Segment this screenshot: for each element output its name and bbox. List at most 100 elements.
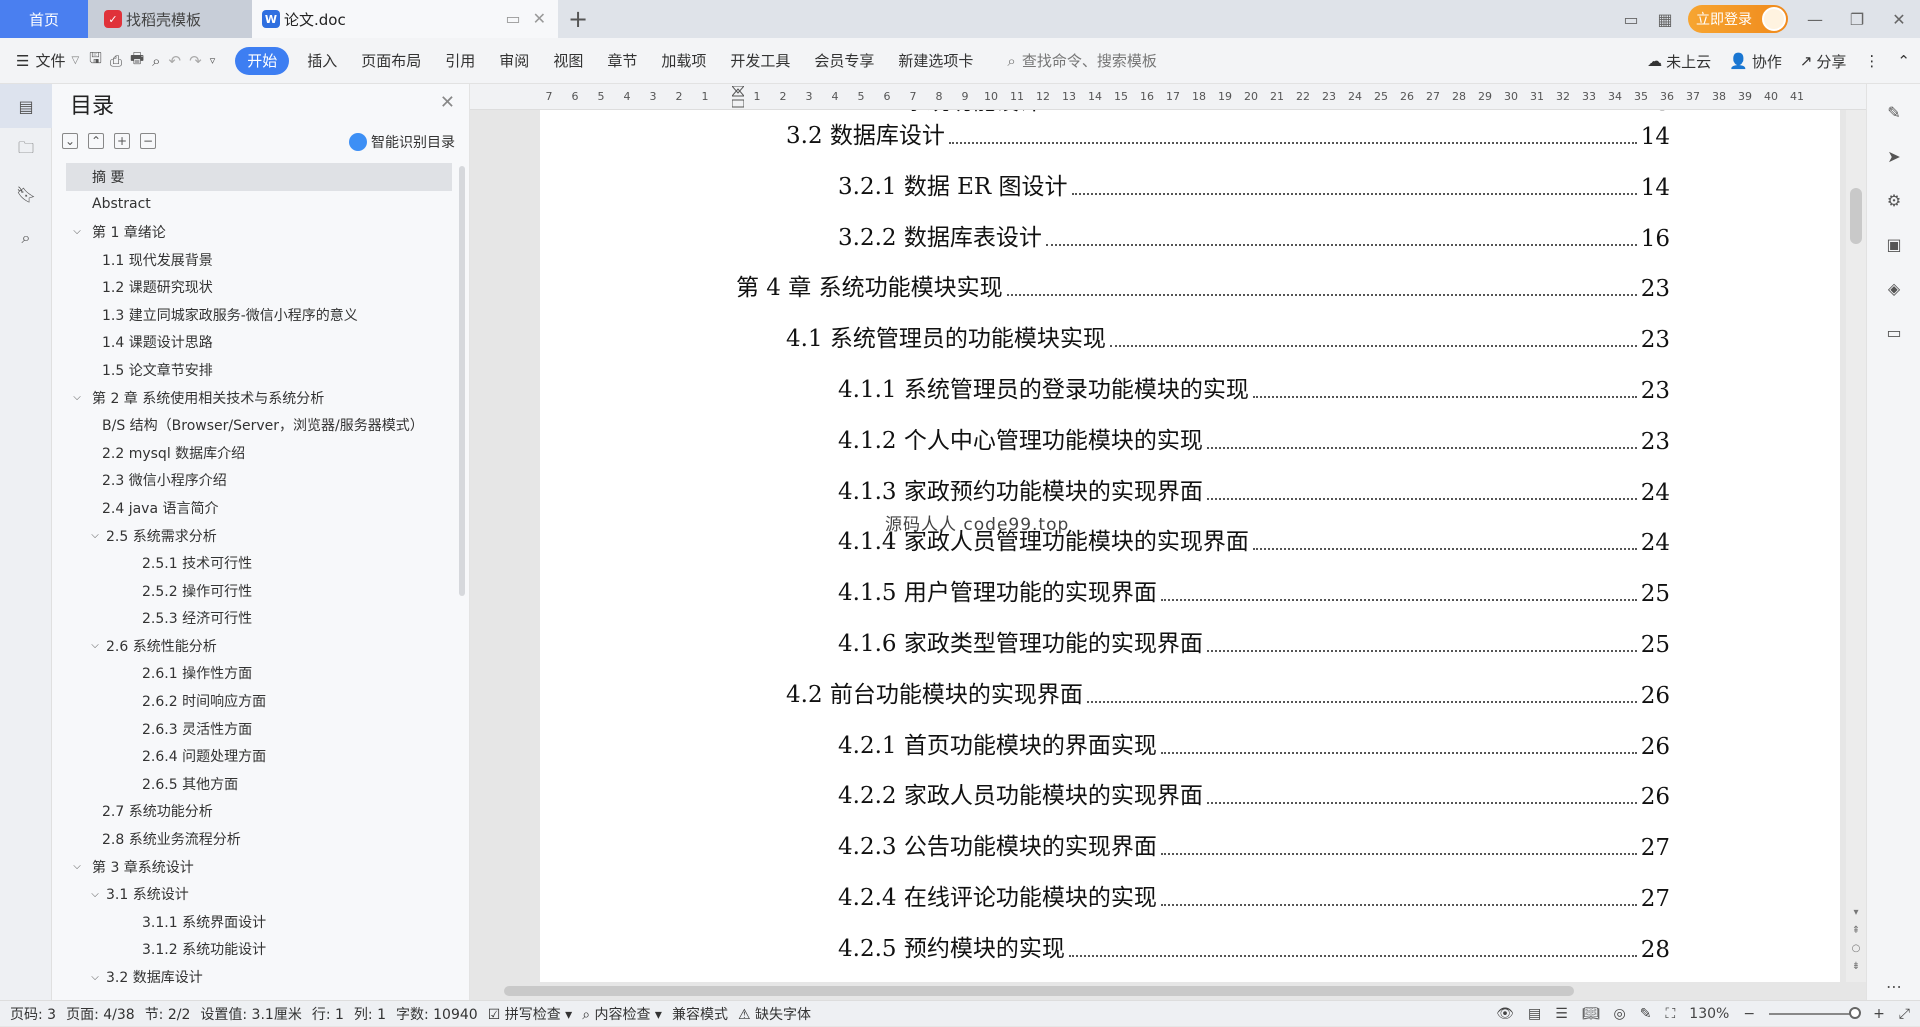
- toc-item[interactable]: 摘 要: [66, 163, 452, 191]
- horizontal-scrollbar[interactable]: [470, 982, 1846, 1000]
- toc-item[interactable]: 1.3 建立同城家政服务-微信小程序的意义: [66, 301, 452, 329]
- vertical-scrollbar[interactable]: ▾ ⇞ ○ ⇟: [1846, 110, 1866, 982]
- toc-item[interactable]: 2.2 mysql 数据库介绍: [66, 439, 452, 467]
- document-toc-line[interactable]: 4.1.1 系统管理员的登录功能模块的实现 23: [838, 370, 1670, 404]
- print-preview-icon[interactable]: ⌕: [152, 52, 160, 70]
- toc-item[interactable]: ⌵ 2.6 系统性能分析: [66, 632, 452, 660]
- document-toc-line[interactable]: 4.2.3 公告功能模块的实现界面 27: [838, 827, 1670, 861]
- toc-scrollbar[interactable]: [459, 166, 465, 596]
- bookmark-icon[interactable]: 🔖︎: [0, 172, 52, 216]
- zoom-slider-thumb[interactable]: [1849, 1007, 1862, 1019]
- document-toc-line[interactable]: 4.2.5 预约模块的实现 28: [838, 929, 1670, 963]
- remove-heading-icon[interactable]: −: [140, 133, 156, 149]
- document-toc-line[interactable]: 4.1.5 用户管理功能的实现界面 25: [838, 573, 1670, 607]
- ribbon-tab-3[interactable]: 引用: [433, 47, 487, 75]
- ribbon-tab-9[interactable]: 会员专享: [802, 47, 886, 75]
- tab-template[interactable]: ✓ 找稻壳模板: [88, 0, 252, 38]
- document-toc-line[interactable]: 第 4 章 系统功能模块实现 23: [736, 268, 1670, 302]
- toc-item[interactable]: 1.5 论文章节安排: [66, 356, 452, 384]
- toc-item[interactable]: B/S 结构（Browser/Server，浏览器/服务器模式）: [66, 411, 452, 439]
- next-page-icon[interactable]: ⇟: [1850, 958, 1862, 976]
- toc-item[interactable]: 2.3 微信小程序介绍: [66, 467, 452, 495]
- toc-item[interactable]: 1.4 课题设计思路: [66, 329, 452, 357]
- cursor-icon[interactable]: ➤: [1867, 134, 1920, 178]
- collapse-all-icon[interactable]: ⌃: [88, 133, 104, 149]
- restore-button[interactable]: ❐: [1836, 0, 1878, 38]
- ribbon-tab-2[interactable]: 页面布局: [349, 47, 433, 75]
- document-area[interactable]: 3.1.2 系统功能设计133.2 数据库设计143.2.1 数据 ER 图设计…: [470, 110, 1866, 982]
- toc-item[interactable]: ⌵ 2.5 系统需求分析: [66, 522, 452, 550]
- toc-item[interactable]: 2.5.3 经济可行性: [66, 605, 452, 633]
- toc-item[interactable]: ⌵ 3.2 数据库设计: [66, 963, 452, 983]
- ribbon-tab-4[interactable]: 审阅: [487, 47, 541, 75]
- pen-icon[interactable]: ✎: [1867, 90, 1920, 134]
- toc-item[interactable]: 3.1.1 系统界面设计: [66, 908, 452, 936]
- document-toc-line[interactable]: 4.1 系统管理员的功能模块实现 23: [786, 319, 1670, 353]
- document-toc-line[interactable]: 3.2.1 数据 ER 图设计 14: [838, 167, 1670, 201]
- save-icon[interactable]: 🖫: [89, 48, 102, 73]
- page-view-icon[interactable]: ▤: [1528, 1006, 1541, 1022]
- document-toc-line[interactable]: 4.2.4 在线评论功能模块的实现 27: [838, 878, 1670, 912]
- toc-item[interactable]: ⌵ 第 2 章 系统使用相关技术与系统分析: [66, 384, 452, 412]
- chevron-down-icon[interactable]: ⌵: [70, 226, 84, 237]
- toc-item[interactable]: 2.8 系统业务流程分析: [66, 825, 452, 853]
- read-view-icon[interactable]: 📖︎: [1582, 1006, 1600, 1022]
- close-icon[interactable]: ✕: [440, 92, 455, 113]
- document-toc-line[interactable]: 4.2.2 家政人员功能模块的实现界面 26: [838, 776, 1670, 810]
- close-window-button[interactable]: ✕: [1878, 0, 1920, 38]
- toc-item[interactable]: 1.2 课题研究现状: [66, 273, 452, 301]
- document-page[interactable]: 3.1.2 系统功能设计133.2 数据库设计143.2.1 数据 ER 图设计…: [540, 110, 1840, 982]
- fit-page-icon[interactable]: ⛶: [1665, 1006, 1675, 1022]
- find-icon[interactable]: ⌕: [0, 216, 52, 260]
- settings-sliders-icon[interactable]: ⚙: [1867, 178, 1920, 222]
- missing-font-button[interactable]: ⚠ 缺失字体: [738, 1004, 811, 1024]
- location-icon[interactable]: ◈: [1867, 266, 1920, 310]
- chevron-down-icon[interactable]: ⌵: [88, 530, 102, 541]
- zoom-in-icon[interactable]: +: [1873, 1006, 1885, 1022]
- file-menu[interactable]: ☰ 文件 ▽: [16, 50, 79, 71]
- command-search[interactable]: ⌕ 查找命令、搜索模板: [1007, 50, 1156, 71]
- toc-item[interactable]: 2.6.2 时间响应方面: [66, 687, 452, 715]
- vertical-scroll-thumb[interactable]: [1850, 188, 1862, 244]
- toc-item[interactable]: 2.6.3 灵活性方面: [66, 715, 452, 743]
- navigation-icon[interactable]: 🗀: [0, 128, 52, 172]
- chevron-down-icon[interactable]: ⌵: [70, 861, 84, 872]
- chevron-down-icon[interactable]: ⌵: [70, 392, 84, 403]
- customize-icon[interactable]: ▿: [210, 54, 216, 67]
- redo-icon[interactable]: ↷: [189, 52, 202, 70]
- document-toc-line[interactable]: 4.1.6 家政类型管理功能的实现界面 25: [838, 624, 1670, 658]
- login-button[interactable]: 立即登录: [1688, 5, 1788, 33]
- zoom-level[interactable]: 130%: [1689, 1006, 1729, 1022]
- toc-item[interactable]: 2.6.4 问题处理方面: [66, 742, 452, 770]
- export-pdf-icon[interactable]: ⎙: [110, 52, 122, 70]
- chevron-down-icon[interactable]: ⌵: [88, 972, 102, 983]
- horizontal-ruler[interactable]: 7 6 5 4 3 2 1 1 2 3 4 5 6 7 8 9 10 11 12 13 14 15 16 17 18 19 20 21…: [470, 84, 1866, 110]
- toc-item[interactable]: 1.1 现代发展背景: [66, 246, 452, 274]
- tab-home[interactable]: 首页: [0, 0, 88, 38]
- pin-icon[interactable]: ▭: [505, 9, 520, 28]
- document-toc-line[interactable]: 4.1.2 个人中心管理功能模块的实现 23: [838, 421, 1670, 455]
- ribbon-tab-0[interactable]: 开始: [235, 46, 290, 75]
- add-heading-icon[interactable]: +: [114, 133, 130, 149]
- ribbon-tab-5[interactable]: 视图: [541, 47, 595, 75]
- eye-protect-icon[interactable]: 👁︎: [1496, 1006, 1514, 1022]
- document-toc-line[interactable]: 3.2 数据库设计 14: [786, 116, 1670, 150]
- write-view-icon[interactable]: ✎: [1640, 1006, 1652, 1022]
- more-icon[interactable]: ⋮: [1864, 52, 1879, 70]
- web-view-icon[interactable]: ◎: [1614, 1006, 1626, 1022]
- collab-button[interactable]: 👤 协作: [1729, 51, 1782, 72]
- toc-item[interactable]: 2.4 java 语言简介: [66, 494, 452, 522]
- ribbon-tab-1[interactable]: 插入: [295, 47, 349, 75]
- toc-item[interactable]: ⌵ 第 1 章绪论: [66, 218, 452, 246]
- scroll-down-icon[interactable]: ▾: [1850, 904, 1862, 922]
- toc-rail-icon[interactable]: ▤: [0, 84, 52, 128]
- toc-item[interactable]: Abstract: [66, 191, 452, 219]
- minimize-button[interactable]: —: [1794, 0, 1836, 38]
- collapse-ribbon-icon[interactable]: ⌃: [1897, 52, 1910, 70]
- horizontal-scroll-thumb[interactable]: [504, 986, 1574, 996]
- layout-icon[interactable]: ▭: [1614, 0, 1648, 38]
- content-check-button[interactable]: ⌕ 内容检查 ▾: [582, 1004, 662, 1024]
- status-words[interactable]: 字数: 10940: [396, 1004, 478, 1024]
- status-page[interactable]: 页面: 4/38: [66, 1004, 135, 1024]
- toc-item[interactable]: 3.1.2 系统功能设计: [66, 936, 452, 964]
